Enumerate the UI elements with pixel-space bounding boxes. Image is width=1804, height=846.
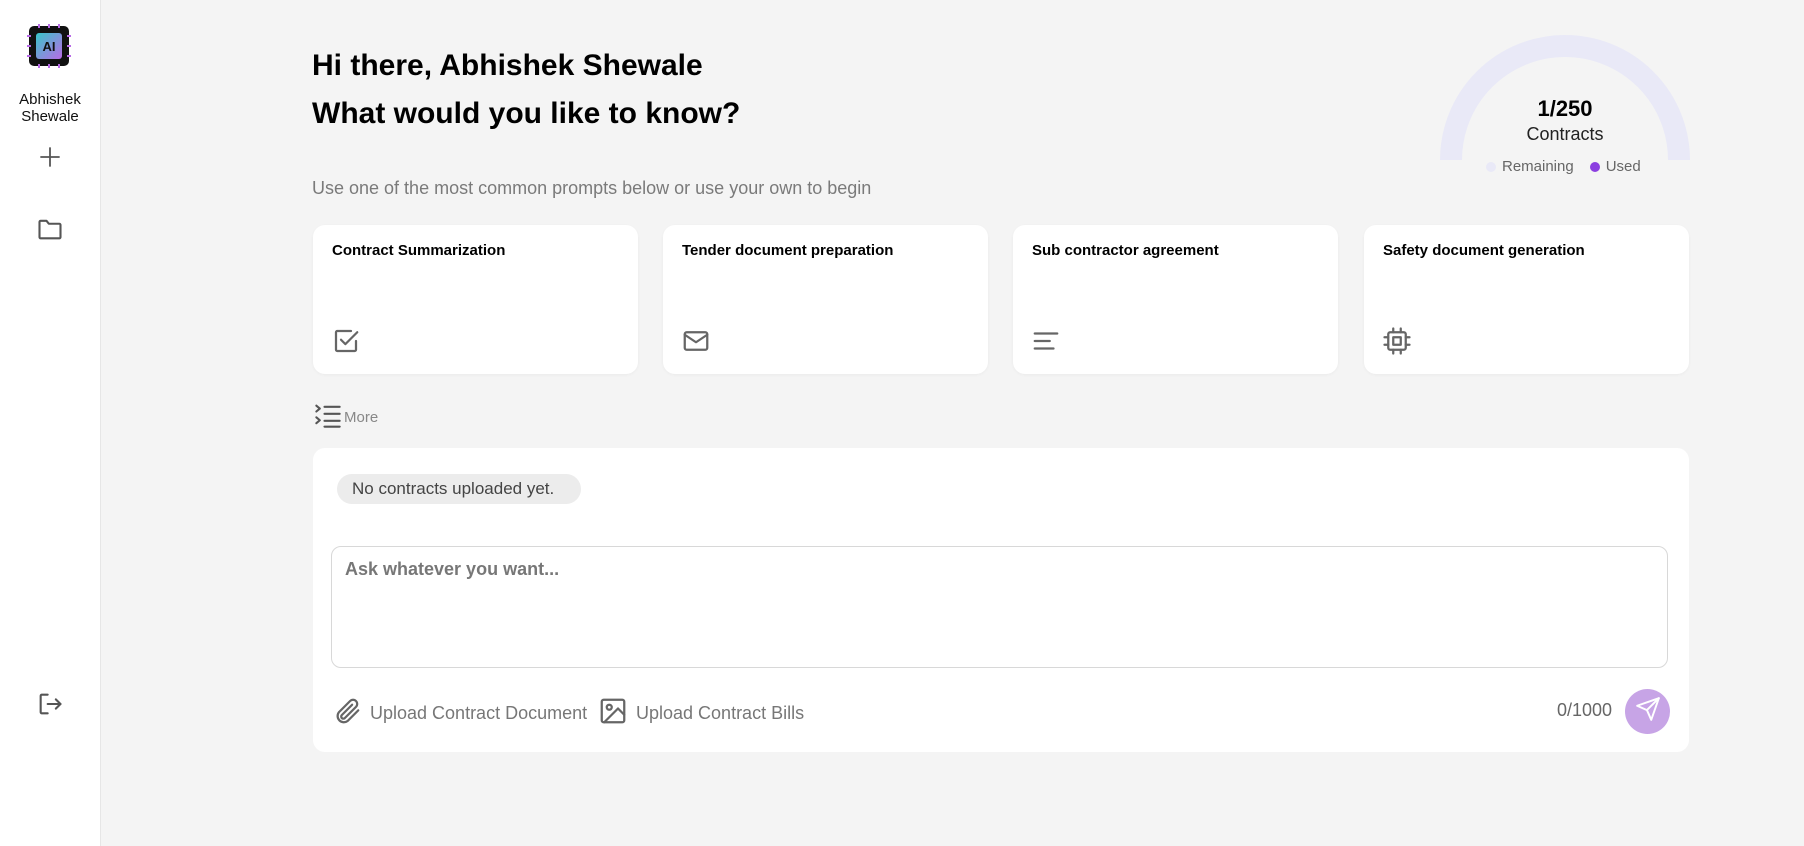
prompt-card-contract-summarization[interactable]: Contract Summarization (313, 225, 638, 374)
list-icon (314, 401, 342, 433)
legend-used-label: Used (1605, 158, 1641, 175)
send-icon (1635, 696, 1661, 727)
upload-contract-document-button[interactable]: Upload Contract Document (332, 696, 587, 731)
send-button[interactable] (1625, 689, 1670, 734)
upload-bills-label: Upload Contract Bills (636, 703, 805, 723)
legend-remaining: Remaining (1486, 158, 1574, 175)
paperclip-icon (332, 696, 362, 731)
prompt-card-tender-document[interactable]: Tender document preparation (663, 225, 988, 374)
prompt-card-title: Contract Summarization (332, 242, 506, 259)
prompt-card-safety-document[interactable]: Safety document generation (1364, 225, 1689, 374)
mail-icon (681, 326, 711, 356)
upload-contract-bills-button[interactable]: Upload Contract Bills (598, 696, 804, 731)
prompt-card-title: Tender document preparation (682, 242, 894, 259)
prompt-card-title: Sub contractor agreement (1032, 242, 1219, 259)
folder-button[interactable] (30, 211, 70, 251)
usage-count: 1/250 (1537, 96, 1593, 121)
logo-text: AI (43, 39, 56, 54)
usage-unit-label: Contracts (1526, 124, 1604, 144)
contracts-usage-gauge: 1/250 Contracts Remaining Used (1438, 34, 1692, 184)
legend-used: Used (1589, 158, 1641, 175)
logout-button[interactable] (30, 686, 70, 726)
more-prompts-button[interactable]: More (314, 401, 378, 433)
greeting-heading: Hi there, Abhishek Shewale (312, 49, 703, 82)
logout-icon (36, 690, 64, 723)
plus-icon (38, 145, 62, 174)
question-heading: What would you like to know? (312, 97, 741, 130)
gauge-legend: Remaining Used (1486, 158, 1666, 175)
prompt-card-title: Safety document generation (1383, 242, 1585, 259)
upload-document-label: Upload Contract Document (370, 703, 588, 723)
legend-remaining-label: Remaining (1502, 158, 1574, 175)
align-left-icon (1031, 326, 1061, 356)
prompts-subtitle: Use one of the most common prompts below… (312, 178, 872, 198)
more-label: More (344, 408, 379, 426)
status-pill: No contracts uploaded yet. (337, 474, 582, 504)
folder-icon (36, 215, 64, 248)
char-counter: 0/1000 (1556, 700, 1612, 720)
sidebar: AI Abhishek Shewale (0, 0, 101, 846)
chat-panel: No contracts uploaded yet. Upload Contra… (313, 448, 1689, 752)
cpu-icon (1382, 326, 1412, 356)
legend-remaining-dot (1486, 161, 1496, 172)
app-logo[interactable]: AI (27, 24, 71, 68)
new-chat-button[interactable] (30, 139, 70, 179)
user-name: Abhishek Shewale (19, 91, 81, 125)
image-icon (598, 696, 628, 731)
ask-input[interactable] (331, 546, 1668, 668)
prompt-card-sub-contractor-agreement[interactable]: Sub contractor agreement (1013, 225, 1338, 374)
check-square-icon (331, 326, 361, 356)
legend-used-dot (1589, 161, 1600, 172)
